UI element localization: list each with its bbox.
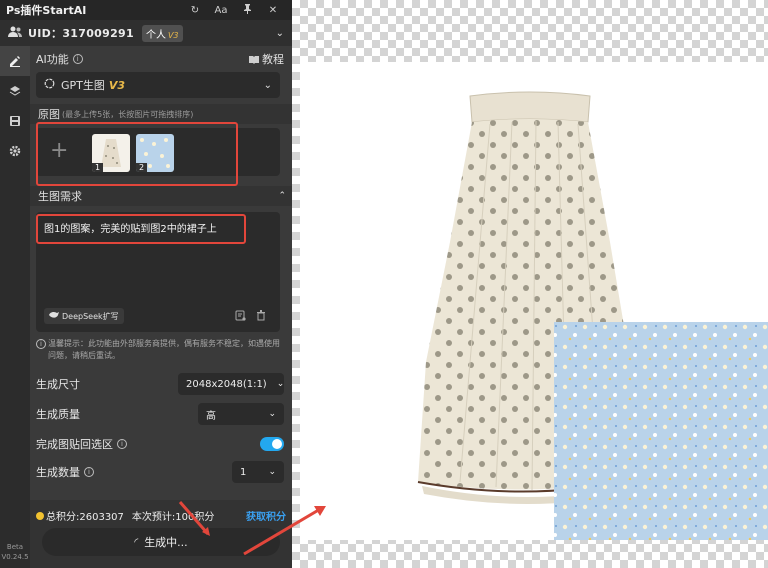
info-icon[interactable]: i — [117, 439, 127, 449]
app-title: Ps插件StartAI — [6, 4, 87, 17]
tutorial-label: 教程 — [262, 53, 284, 66]
tutorial-link[interactable]: 教程 — [249, 51, 284, 67]
trash-icon[interactable] — [256, 310, 266, 324]
deepseek-label: DeepSeek扩写 — [62, 311, 119, 321]
size-setting: 生成尺寸 2048x2048(1:1) ⌄ — [36, 372, 284, 396]
refresh-icon[interactable]: ↻ — [182, 5, 208, 16]
openai-icon — [44, 78, 55, 92]
chevron-down-icon: ⌄ — [263, 79, 272, 91]
users-icon — [8, 26, 22, 41]
spinner-icon: ◜ — [134, 536, 139, 548]
chevron-up-icon[interactable]: ⌃ — [278, 191, 286, 201]
close-icon[interactable]: ✕ — [260, 5, 286, 16]
document-canvas — [300, 62, 768, 540]
original-section-header: 原图 (最多上传5张，长按图片可拖拽排序) — [30, 104, 292, 124]
original-hint: (最多上传5张，长按图片可拖拽排序) — [62, 109, 194, 119]
ai-feature-header: AI功能 i 教程 — [36, 52, 284, 66]
size-label: 生成尺寸 — [36, 378, 80, 391]
title-bar: Ps插件StartAI ↻ Aa ✕ — [0, 0, 292, 20]
deepseek-icon — [49, 311, 59, 321]
layers-icon — [9, 86, 21, 96]
font-size-icon[interactable]: Aa — [208, 5, 234, 16]
skirt-image — [417, 91, 768, 540]
arrow-icon — [178, 501, 210, 536]
arrow-icon — [243, 506, 326, 556]
quality-select[interactable]: 高 ⌄ — [198, 403, 284, 425]
book-icon — [249, 55, 259, 64]
info-icon[interactable]: i — [72, 54, 83, 64]
user-id: UID：317009291 — [28, 27, 134, 40]
paste-back-toggle[interactable] — [260, 437, 284, 451]
quality-setting: 生成质量 高 ⌄ — [36, 402, 284, 426]
sidebar-item-edit[interactable] — [0, 46, 30, 76]
chevron-down-icon: ⌄ — [276, 379, 285, 389]
size-value: 2048x2048(1:1) — [186, 378, 267, 390]
account-badge: 个人 V3 — [141, 24, 183, 42]
prompt-section-header[interactable]: 生图需求 ⌃ — [30, 186, 292, 206]
pencil-icon — [10, 56, 20, 67]
version-label: Beta V0.24.5 — [1, 543, 29, 561]
notice-text-block: i 温馨提示：此功能由外部服务商提供，偶有服务不稳定，如遇使用问题，请稍后重试。 — [36, 338, 282, 362]
gear-icon — [9, 145, 21, 157]
sidebar-item-settings[interactable] — [0, 136, 30, 166]
prompt-label: 生图需求 — [38, 190, 82, 203]
notice-text: 温馨提示：此功能由外部服务商提供，偶有服务不稳定，如遇使用问题，请稍后重试。 — [48, 339, 280, 360]
canvas-area — [292, 0, 768, 568]
ai-feature-label: AI功能 — [36, 53, 69, 66]
original-label: 原图 — [38, 108, 60, 121]
highlight-box-images — [36, 122, 238, 186]
coin-icon — [36, 511, 44, 520]
sidebar-item-layers[interactable] — [0, 76, 30, 106]
quality-label: 生成质量 — [36, 408, 80, 421]
badge-level: V3 — [167, 30, 179, 40]
quality-value: 高 — [206, 410, 216, 422]
ai-feature-select[interactable]: GPT生图 V3 ⌄ — [36, 72, 280, 98]
chevron-down-icon[interactable]: ⌄ — [276, 28, 284, 39]
ai-feature-tag: V3 — [108, 78, 126, 92]
highlight-box-prompt — [36, 214, 246, 244]
info-icon: i — [36, 339, 46, 349]
size-select[interactable]: 2048x2048(1:1) ⌄ — [178, 373, 284, 395]
info-icon[interactable]: i — [84, 467, 94, 477]
history-icon[interactable] — [235, 310, 246, 324]
count-label: 生成数量 — [36, 466, 80, 479]
plugin-panel: Ps插件StartAI ↻ Aa ✕ UID：317009291 个人 V3 ⌄ … — [0, 0, 292, 568]
user-bar[interactable]: UID：317009291 个人 V3 ⌄ — [0, 20, 292, 46]
ai-feature-value: GPT生图 — [61, 79, 105, 92]
count-value: 1 — [240, 466, 247, 478]
pin-icon[interactable] — [234, 3, 260, 17]
count-select[interactable]: 1 ⌄ — [232, 461, 284, 483]
deepseek-expand-button[interactable]: DeepSeek扩写 — [44, 308, 124, 324]
sidebar: Beta V0.24.5 — [0, 46, 30, 568]
chevron-down-icon: ⌄ — [268, 467, 276, 477]
count-setting: 生成数量 i 1 ⌄ — [36, 460, 284, 484]
save-icon — [10, 116, 20, 126]
floral-swatch — [554, 322, 768, 540]
badge-label: 个人 — [145, 29, 166, 41]
paste-back-label: 完成图贴回选区 — [36, 438, 113, 451]
sidebar-item-save[interactable] — [0, 106, 30, 136]
paste-back-setting: 完成图贴回选区 i — [36, 432, 284, 456]
chevron-down-icon: ⌄ — [268, 409, 276, 419]
total-points: 总积分:2603307 — [46, 512, 124, 523]
